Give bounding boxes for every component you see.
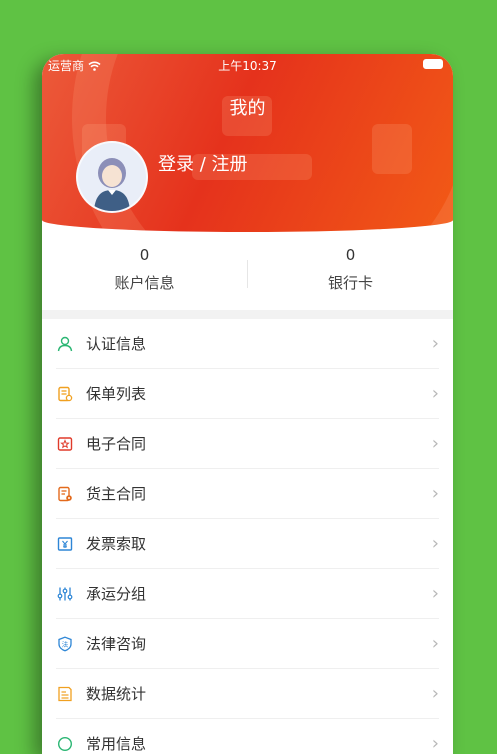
menu-item-label: 法律咨询 (86, 635, 147, 653)
menu-item-e-contract[interactable]: 电子合同 › (56, 419, 439, 469)
menu-item-label: 数据统计 (86, 685, 147, 703)
profile-header: 运营商 上午10:37 我的 登录 / 注册 (42, 54, 453, 232)
phone-screen: 运营商 上午10:37 我的 登录 / 注册 0 账户信息 0 银行卡 认证信息… (42, 54, 453, 754)
svg-text:法: 法 (62, 639, 69, 648)
chevron-right-icon: › (431, 733, 439, 754)
menu-item-common-info[interactable]: 常用信息 › (56, 719, 439, 754)
menu-item-label: 电子合同 (86, 435, 147, 453)
menu-item-label: 承运分组 (86, 585, 147, 603)
chevron-right-icon: › (431, 633, 439, 654)
e-contract-icon (56, 435, 74, 453)
info-icon (56, 735, 74, 753)
menu-item-label: 保单列表 (86, 385, 147, 403)
chevron-right-icon: › (431, 533, 439, 554)
bank-card-label: 银行卡 (327, 274, 373, 292)
menu-item-legal-advice[interactable]: 法 法律咨询 › (56, 619, 439, 669)
chevron-right-icon: › (431, 683, 439, 704)
menu-item-shipper-contract[interactable]: 货主合同 › (56, 469, 439, 519)
stats-panel: 0 账户信息 0 银行卡 (42, 232, 453, 310)
menu-item-policy-list[interactable]: 保单列表 › (56, 369, 439, 419)
avatar[interactable] (76, 141, 148, 213)
account-info-label: 账户信息 (114, 274, 175, 292)
battery-icon (423, 59, 443, 69)
legal-shield-icon: 法 (56, 635, 74, 653)
menu-item-invoice[interactable]: 发票索取 › (56, 519, 439, 569)
decorative-shape (372, 124, 412, 174)
menu-item-certification[interactable]: 认证信息 › (56, 319, 439, 369)
chevron-right-icon: › (431, 383, 439, 404)
statistics-icon (56, 685, 74, 703)
avatar-person-icon (94, 158, 130, 211)
section-separator (42, 310, 453, 319)
menu-item-label: 认证信息 (86, 335, 147, 353)
menu-item-label: 货主合同 (86, 485, 147, 503)
user-icon (56, 335, 74, 353)
clock: 上午10:37 (218, 59, 277, 73)
group-icon (56, 585, 74, 603)
menu-item-statistics[interactable]: 数据统计 › (56, 669, 439, 719)
menu-item-carrier-group[interactable]: 承运分组 › (56, 569, 439, 619)
menu-item-label: 发票索取 (86, 535, 147, 553)
chevron-right-icon: › (431, 583, 439, 604)
chevron-right-icon: › (431, 433, 439, 454)
status-bar: 运营商 上午10:37 (42, 54, 453, 74)
page-title: 我的 (229, 98, 266, 119)
invoice-icon (56, 535, 74, 553)
bank-card-count: 0 (345, 246, 356, 264)
shipper-contract-icon (56, 485, 74, 503)
account-info-count: 0 (139, 246, 150, 264)
account-info-stat[interactable]: 0 账户信息 (42, 246, 247, 293)
policy-list-icon (56, 385, 74, 403)
chevron-right-icon: › (431, 483, 439, 504)
chevron-right-icon: › (431, 333, 439, 354)
login-register-link[interactable]: 登录 / 注册 (158, 150, 248, 176)
menu-item-label: 常用信息 (86, 735, 147, 753)
menu-list: 认证信息 › 保单列表 › 电子合同 › 货主合同 › 发票索取 › 承运分组 … (42, 319, 453, 754)
bank-card-stat[interactable]: 0 银行卡 (248, 246, 453, 293)
